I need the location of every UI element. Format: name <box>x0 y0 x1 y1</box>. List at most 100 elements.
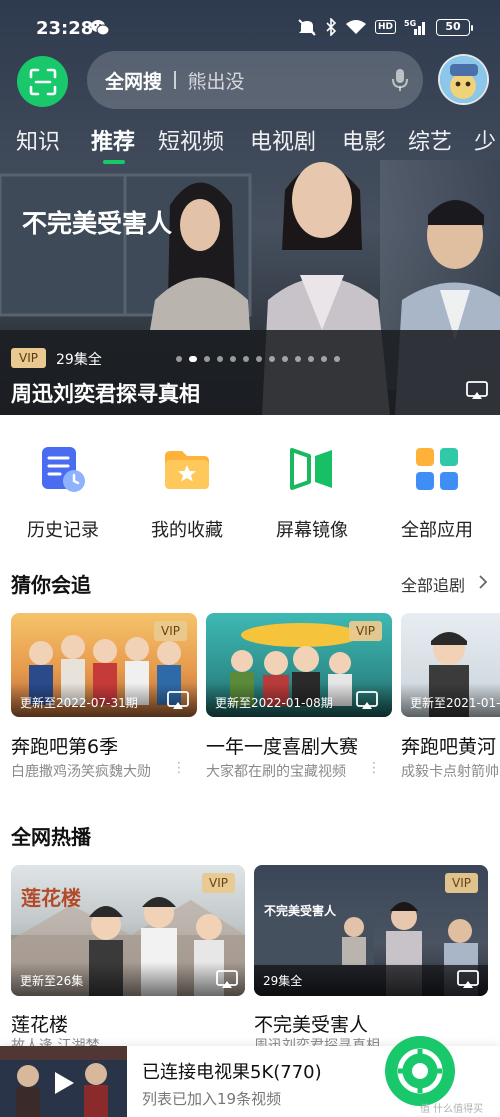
carousel-dot[interactable] <box>204 356 210 362</box>
status-time: 23:28 <box>36 18 94 39</box>
cast-icon[interactable] <box>466 381 488 401</box>
now-playing-thumbnail <box>0 1046 127 1117</box>
tab-short-video[interactable]: 短视频 <box>158 124 224 156</box>
active-tab-indicator <box>103 160 125 164</box>
carousel-dot[interactable] <box>243 356 249 362</box>
favorites-label: 我的收藏 <box>151 520 223 541</box>
category-tabs: 知识 推荐 短视频 电视剧 电影 综艺 少 <box>0 120 500 164</box>
card-title: 奔跑吧第6季 <box>11 736 119 758</box>
cellular-signal-icon: 5G <box>404 19 425 35</box>
bluetooth-icon <box>326 18 337 36</box>
tab-kids[interactable]: 少 <box>474 124 496 156</box>
vip-badge: VIP <box>202 873 235 893</box>
card-subtitle: 白鹿撒鸡汤笑疯魏大勋 <box>11 764 151 780</box>
vip-badge: VIP <box>154 621 187 641</box>
carousel-dot[interactable] <box>308 356 314 362</box>
remote-control-button[interactable] <box>385 1036 455 1106</box>
carousel-dot[interactable] <box>269 356 275 362</box>
card-title: 不完美受害人 <box>254 1014 369 1036</box>
tab-tv-series[interactable]: 电视剧 <box>250 124 316 156</box>
search-bar[interactable]: 全网搜 熊出没 <box>87 51 423 109</box>
scan-icon <box>29 68 56 95</box>
carousel-dot[interactable] <box>217 356 223 362</box>
history-button[interactable]: 历史记录 <box>8 440 118 542</box>
wifi-icon <box>345 20 366 34</box>
carousel-dot[interactable] <box>295 356 301 362</box>
cast-icon[interactable] <box>356 691 378 711</box>
update-label: 29集全 <box>263 974 303 988</box>
connected-device-title: 已连接电视果5K(770) <box>142 1062 322 1083</box>
cast-icon[interactable] <box>457 970 479 990</box>
user-avatar[interactable] <box>438 54 489 105</box>
update-label: 更新至2021-01- <box>410 696 500 710</box>
carousel-dot[interactable] <box>321 356 327 362</box>
vip-badge: VIP <box>445 873 478 893</box>
favorite-folder-icon <box>165 451 209 489</box>
hero-vip-badge: VIP <box>11 348 46 368</box>
tab-variety[interactable]: 综艺 <box>408 124 452 156</box>
playlist-count: 列表已加入19条视频 <box>142 1090 282 1108</box>
card-title: 莲花楼 <box>11 1014 69 1036</box>
screen-mirror-icon <box>290 448 332 490</box>
mute-icon <box>298 19 316 36</box>
carousel-dot[interactable] <box>230 356 236 362</box>
carousel-dot[interactable] <box>176 356 182 362</box>
hero-banner[interactable]: 不完美受害人 23:28 HD 5G 50 全网搜 熊出没 知识 推荐 短视频 … <box>0 0 500 415</box>
card-subtitle: 成毅卡点射箭帅 <box>401 764 499 780</box>
poster-title-text: 不完美受害人 <box>264 903 337 918</box>
screen-mirror-button[interactable]: 屏幕镜像 <box>257 440 367 542</box>
scan-button[interactable] <box>17 56 68 107</box>
hero-episodes: 29集全 <box>56 352 102 368</box>
card-subtitle: 故人逢 江湖梦 <box>11 1038 100 1046</box>
card-thumbnail: VIP 更新至2022-01-08期 <box>206 613 392 717</box>
search-hint: 熊出没 <box>187 70 245 93</box>
remote-control-icon <box>397 1048 443 1094</box>
battery-icon: 50 <box>436 18 473 36</box>
play-icon[interactable] <box>52 1070 76 1096</box>
card-subtitle: 大家都在刷的宝藏视频 <box>206 764 346 780</box>
signal-label: 5G <box>404 19 416 28</box>
card-subtitle: 周迅刘奕君探寻真相 <box>254 1038 380 1046</box>
update-label: 更新至2022-01-08期 <box>215 696 333 710</box>
chevron-right-icon[interactable] <box>478 574 488 590</box>
hero-caption: 周迅刘奕君探寻真相 <box>11 382 200 406</box>
more-options-icon[interactable]: ⋮ <box>367 760 381 776</box>
guess-card[interactable]: 更新至2021-01- 奔跑吧黄河 成毅卡点射箭帅 <box>401 613 500 783</box>
carousel-dot[interactable] <box>334 356 340 362</box>
history-icon <box>42 447 85 492</box>
search-scope-label: 全网搜 <box>105 70 163 93</box>
all-apps-button[interactable]: 全部应用 <box>382 440 492 542</box>
hero-poster-title: 不完美受害人 <box>22 209 172 238</box>
screen-mirror-label: 屏幕镜像 <box>276 520 348 541</box>
poster-title-text: 莲花楼 <box>21 886 81 910</box>
vip-badge: VIP <box>349 621 382 641</box>
tab-knowledge[interactable]: 知识 <box>16 124 60 156</box>
card-thumbnail: VIP 更新至2022-07-31期 <box>11 613 197 717</box>
card-thumbnail: 莲花楼 VIP 更新至26集 <box>11 865 245 996</box>
all-follow-link[interactable]: 全部追剧 <box>401 572 465 596</box>
card-title: 一年一度喜剧大赛 <box>206 736 359 758</box>
carousel-dot[interactable] <box>189 356 197 362</box>
hd-badge: HD <box>374 20 396 34</box>
favorites-button[interactable]: 我的收藏 <box>132 440 242 542</box>
carousel-dot[interactable] <box>282 356 288 362</box>
update-label: 更新至26集 <box>20 974 84 988</box>
card-thumbnail: 不完美受害人 VIP 29集全 <box>254 865 488 996</box>
search-divider <box>174 71 176 89</box>
wechat-notification-icon <box>91 20 110 36</box>
history-label: 历史记录 <box>27 520 99 541</box>
tab-recommend[interactable]: 推荐 <box>91 124 135 156</box>
cast-icon[interactable] <box>216 970 238 990</box>
avatar-image <box>440 56 487 103</box>
all-apps-icon <box>416 448 458 490</box>
tab-movies[interactable]: 电影 <box>342 124 386 156</box>
carousel-dots <box>176 356 340 362</box>
microphone-icon[interactable] <box>391 68 409 92</box>
cast-icon[interactable] <box>167 691 189 711</box>
card-thumbnail: 更新至2021-01- <box>401 613 500 717</box>
more-options-icon[interactable]: ⋮ <box>172 760 186 776</box>
guess-section-title: 猜你会追 <box>11 573 91 597</box>
card-title: 奔跑吧黄河 <box>401 736 497 758</box>
quick-actions: 历史记录 我的收藏 屏幕镜像 全部应用 <box>0 440 500 542</box>
carousel-dot[interactable] <box>256 356 262 362</box>
